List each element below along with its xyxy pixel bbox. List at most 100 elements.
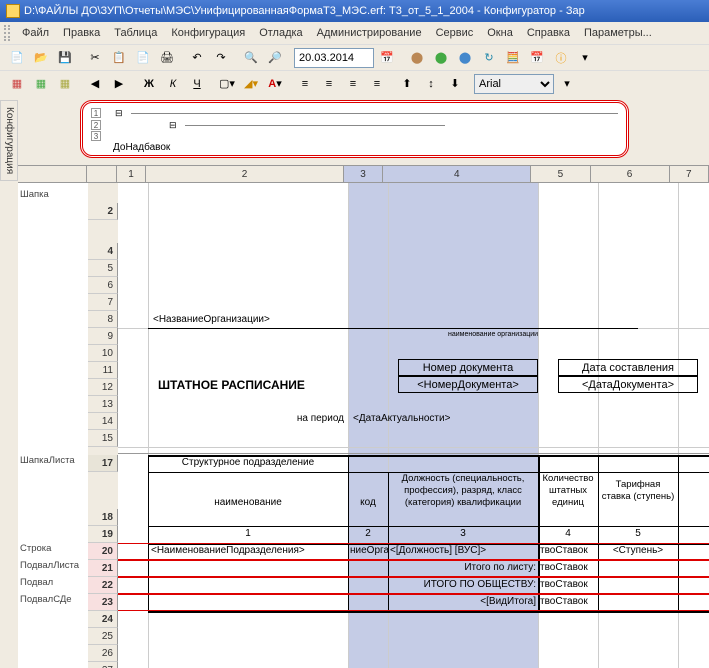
rownum[interactable]: 19: [88, 526, 118, 543]
italic-icon[interactable]: К: [162, 73, 184, 95]
cell-n2[interactable]: 2: [348, 528, 388, 539]
cell-naim[interactable]: наименование: [148, 483, 348, 523]
cell-n4[interactable]: 4: [538, 528, 598, 539]
bold-icon[interactable]: Ж: [138, 73, 160, 95]
grip-icon[interactable]: [4, 25, 10, 41]
cell-kod[interactable]: код: [348, 483, 388, 523]
col-header-2[interactable]: 2: [146, 165, 343, 182]
cut-icon[interactable]: ✂: [84, 47, 106, 69]
col-header-7[interactable]: 7: [670, 165, 709, 182]
rownum[interactable]: 17: [88, 455, 118, 472]
rownum[interactable]: 8: [88, 311, 118, 328]
cell-row-name[interactable]: <НаименованиеПодразделения>: [151, 545, 305, 556]
rownum[interactable]: 22: [88, 577, 118, 594]
cell-n3[interactable]: 3: [388, 528, 538, 539]
menu-file[interactable]: Файл: [16, 25, 55, 41]
cell-tariff[interactable]: Тарифная ставка (ступень): [600, 479, 676, 503]
align-right-icon[interactable]: ≡: [342, 73, 364, 95]
col-header-1[interactable]: 1: [117, 165, 147, 182]
valign-mid-icon[interactable]: ↕: [420, 73, 442, 95]
tool-icon[interactable]: ⬤: [454, 47, 476, 69]
rownum[interactable]: 9: [88, 328, 118, 345]
cell-vid-itoga[interactable]: <[ВидИтога]: [390, 596, 536, 607]
date-picker-icon[interactable]: 📅: [376, 47, 398, 69]
cell-struct-hdr[interactable]: Структурное подразделение: [148, 457, 348, 472]
dropdown-icon[interactable]: ▾: [574, 47, 596, 69]
cell-position[interactable]: Должность (специальность, профессия), ра…: [390, 473, 536, 509]
rownum[interactable]: 5: [88, 260, 118, 277]
menu-help[interactable]: Справка: [521, 25, 576, 41]
cell-itogo-ob-q[interactable]: твоСтавок: [540, 579, 588, 590]
spreadsheet[interactable]: 1 2 3 4 5 6 7 Шапка ШапкаЛиста Строка По…: [18, 165, 709, 668]
cell-main-title[interactable]: ШТАТНОЕ РАСПИСАНИЕ: [158, 378, 305, 392]
arrow-right-icon[interactable]: ▶: [108, 73, 130, 95]
cell-row-stup[interactable]: <Ступень>: [608, 545, 668, 556]
align-center-icon[interactable]: ≡: [318, 73, 340, 95]
rownum[interactable]: 6: [88, 277, 118, 294]
copy-icon[interactable]: 📋: [108, 47, 130, 69]
rownum[interactable]: 20: [88, 543, 118, 560]
print-icon[interactable]: 🖨: [156, 47, 178, 69]
valign-bot-icon[interactable]: ⬇: [444, 73, 466, 95]
rownum[interactable]: 10: [88, 345, 118, 362]
align-left-icon[interactable]: ≡: [294, 73, 316, 95]
save-icon[interactable]: 💾: [54, 47, 76, 69]
cell-docdate[interactable]: <ДатаДокумента>: [558, 376, 698, 393]
rownum[interactable]: 23: [88, 594, 118, 611]
rownum[interactable]: 21: [88, 560, 118, 577]
find-icon[interactable]: 🔍: [240, 47, 262, 69]
col-header-6[interactable]: 6: [591, 165, 670, 182]
rownum[interactable]: 27: [88, 662, 118, 668]
border-icon[interactable]: ▢▾: [216, 73, 238, 95]
open-icon[interactable]: 📂: [30, 47, 52, 69]
underline-icon[interactable]: Ч: [186, 73, 208, 95]
tool-icon[interactable]: ⬤: [430, 47, 452, 69]
cell-docdate-hdr[interactable]: Дата составления: [558, 359, 698, 376]
rownum[interactable]: 26: [88, 645, 118, 662]
cell-itogo-list[interactable]: Итого по листу:: [390, 562, 536, 573]
cell-org-name[interactable]: <НазваниеОрганизации>: [153, 314, 270, 325]
rownum[interactable]: 15: [88, 430, 118, 447]
cell-row-pos[interactable]: <[Должность] [ВУС]>: [390, 545, 486, 556]
col-header-3[interactable]: 3: [344, 165, 383, 182]
zoom-icon[interactable]: 🔎: [264, 47, 286, 69]
font-select[interactable]: Arial: [474, 74, 554, 94]
fill-icon[interactable]: ◢▾: [240, 73, 262, 95]
menu-service[interactable]: Сервис: [430, 25, 480, 41]
rownum[interactable]: 18: [88, 509, 118, 526]
font-color-icon[interactable]: А▾: [264, 73, 286, 95]
redo-icon[interactable]: ↷: [210, 47, 232, 69]
menu-windows[interactable]: Окна: [481, 25, 519, 41]
calendar-icon[interactable]: 📅: [526, 47, 548, 69]
cell-icon[interactable]: ▦: [6, 73, 28, 95]
cell-org-small[interactable]: наименование организации: [448, 331, 538, 338]
cell-icon[interactable]: ▦: [54, 73, 76, 95]
cell-n5[interactable]: 5: [598, 528, 678, 539]
rownum[interactable]: 11: [88, 362, 118, 379]
cell-icon[interactable]: ▦: [30, 73, 52, 95]
cell-row-org[interactable]: ниеОрга: [350, 545, 389, 556]
menu-config[interactable]: Конфигурация: [165, 25, 251, 41]
undo-icon[interactable]: ↶: [186, 47, 208, 69]
cell-row-qty[interactable]: твоСтавок: [540, 545, 588, 556]
valign-top-icon[interactable]: ⬆: [396, 73, 418, 95]
rownum[interactable]: 25: [88, 628, 118, 645]
rownum[interactable]: 7: [88, 294, 118, 311]
dropdown-icon[interactable]: ▾: [556, 73, 578, 95]
menu-params[interactable]: Параметры...: [578, 25, 658, 41]
cell-docnum-hdr[interactable]: Номер документа: [398, 359, 538, 376]
menu-admin[interactable]: Администрирование: [311, 25, 428, 41]
cell-itogo-list-q[interactable]: твоСтавок: [540, 562, 588, 573]
new-icon[interactable]: 📄: [6, 47, 28, 69]
align-justify-icon[interactable]: ≡: [366, 73, 388, 95]
help-icon[interactable]: ⓘ: [550, 47, 572, 69]
rownum[interactable]: 13: [88, 396, 118, 413]
cell-n1[interactable]: 1: [148, 528, 348, 539]
side-tab-config[interactable]: Конфигурация: [0, 100, 18, 181]
col-header-4[interactable]: 4: [383, 165, 531, 182]
cell-period-val[interactable]: <ДатаАктуальности>: [353, 413, 450, 424]
group-level-1[interactable]: 1: [91, 108, 101, 118]
menu-table[interactable]: Таблица: [108, 25, 163, 41]
date-field[interactable]: [294, 48, 374, 68]
rownum[interactable]: 14: [88, 413, 118, 430]
